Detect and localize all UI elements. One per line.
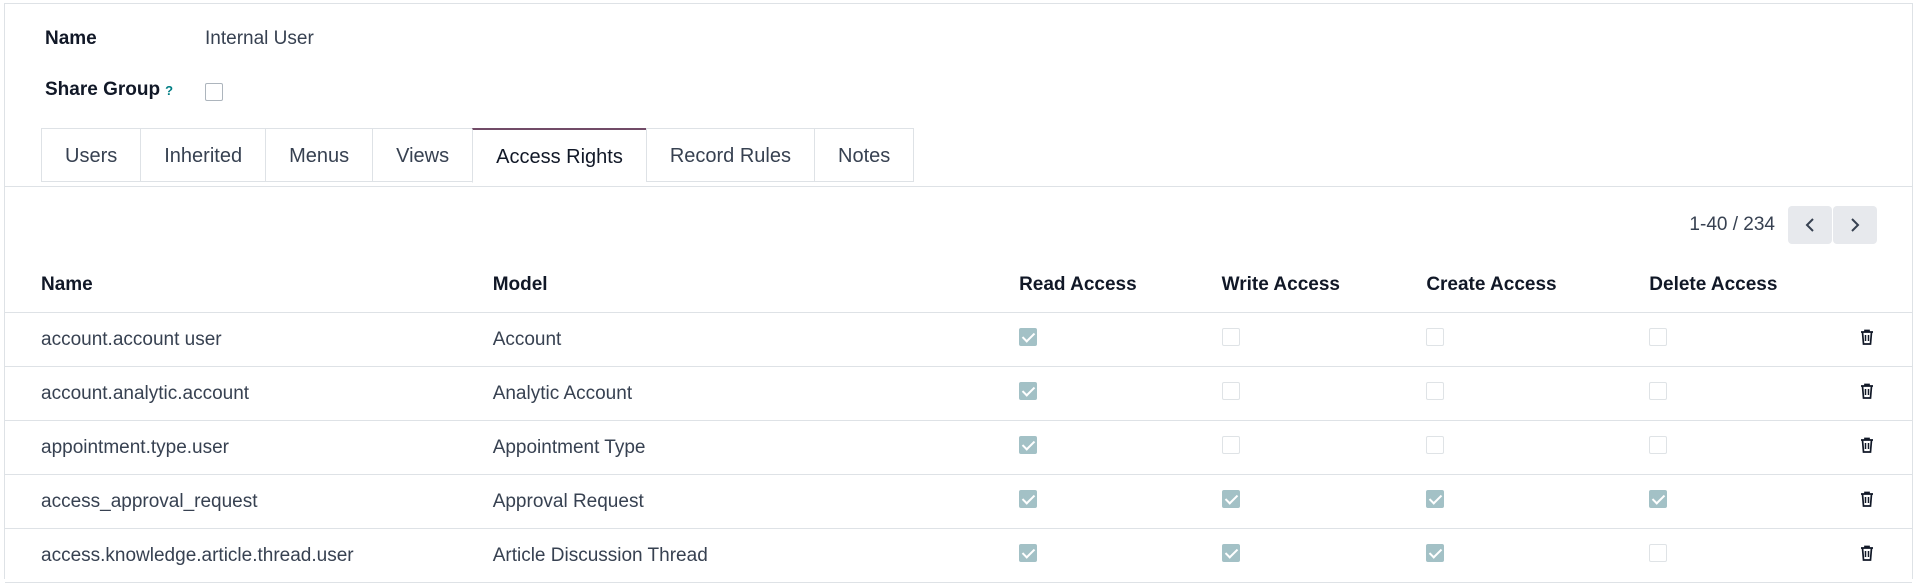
share-group-field: Share Group ? <box>45 79 223 101</box>
read-access-checkbox[interactable] <box>1019 327 1038 346</box>
create-access-checkbox[interactable] <box>1426 543 1445 562</box>
column-header-read-access[interactable]: Read Access <box>1019 258 1222 313</box>
trash-icon <box>1861 437 1874 453</box>
trash-icon <box>1861 491 1874 507</box>
tab-notes[interactable]: Notes <box>814 128 915 182</box>
write-access-checkbox[interactable] <box>1221 435 1240 454</box>
tab-inherited[interactable]: Inherited <box>140 128 266 182</box>
column-header-write-access[interactable]: Write Access <box>1221 258 1427 313</box>
tab-access-rights[interactable]: Access Rights <box>472 128 646 183</box>
pager-previous-button[interactable] <box>1788 206 1832 244</box>
chevron-left-icon <box>1805 218 1814 232</box>
write-access-checkbox[interactable] <box>1221 489 1240 508</box>
delete-row-button[interactable] <box>1822 528 1912 583</box>
chevron-right-icon <box>1851 218 1860 232</box>
create-access-checkbox[interactable] <box>1426 435 1445 454</box>
create-access-checkbox[interactable] <box>1426 489 1445 508</box>
column-header-create-access[interactable]: Create Access <box>1426 258 1650 313</box>
cell-model[interactable]: Account <box>492 312 1020 367</box>
delete-access-checkbox[interactable] <box>1649 489 1668 508</box>
column-header-delete-access[interactable]: Delete Access <box>1649 258 1823 313</box>
delete-row-button[interactable] <box>1822 420 1912 475</box>
name-field: Name Internal User <box>45 28 314 50</box>
write-access-checkbox[interactable] <box>1221 381 1240 400</box>
share-group-checkbox[interactable] <box>205 83 223 101</box>
cell-name[interactable]: access_approval_request <box>5 474 493 529</box>
column-header-model[interactable]: Model <box>492 258 1020 313</box>
write-access-checkbox[interactable] <box>1221 327 1240 346</box>
notebook-tabs: Users Inherited Menus Views Access Rights Rec… <box>41 128 915 186</box>
table-row[interactable]: access_approval_request Approval Request <box>5 474 1912 529</box>
create-access-checkbox[interactable] <box>1426 327 1445 346</box>
delete-row-button[interactable] <box>1822 312 1912 367</box>
trash-icon <box>1861 383 1874 399</box>
cell-name[interactable]: account.account user <box>5 312 493 367</box>
read-access-checkbox[interactable] <box>1019 543 1038 562</box>
tab-menus[interactable]: Menus <box>265 128 373 182</box>
pager-next-button[interactable] <box>1833 206 1877 244</box>
tab-users[interactable]: Users <box>41 128 141 182</box>
cell-model[interactable]: Article Discussion Thread <box>492 528 1020 583</box>
column-header-actions <box>1822 258 1912 313</box>
table-row[interactable]: account.analytic.account Analytic Account <box>5 366 1912 421</box>
table-row[interactable]: appointment.type.user Appointment Type <box>5 420 1912 475</box>
column-header-name[interactable]: Name <box>5 258 493 313</box>
cell-name[interactable]: account.analytic.account <box>5 366 493 421</box>
cell-model[interactable]: Approval Request <box>492 474 1020 529</box>
delete-access-checkbox[interactable] <box>1649 435 1668 454</box>
help-icon[interactable]: ? <box>165 83 173 98</box>
delete-access-checkbox[interactable] <box>1649 327 1668 346</box>
delete-access-checkbox[interactable] <box>1649 543 1668 562</box>
tab-record-rules[interactable]: Record Rules <box>645 128 814 182</box>
table-row[interactable]: access.knowledge.article.thread.user Arti… <box>5 528 1912 583</box>
tab-views[interactable]: Views <box>372 128 473 182</box>
table-row[interactable]: account.account user Account <box>5 312 1912 367</box>
write-access-checkbox[interactable] <box>1221 543 1240 562</box>
table-header-row: Name Model Read Access Write Access Crea… <box>5 258 1912 313</box>
pager: 1-40 / 234 <box>1689 206 1877 244</box>
cell-model[interactable]: Appointment Type <box>492 420 1020 475</box>
cell-model[interactable]: Analytic Account <box>492 366 1020 421</box>
delete-row-button[interactable] <box>1822 366 1912 421</box>
access-rights-table: Name Model Read Access Write Access Crea… <box>5 258 1912 583</box>
read-access-checkbox[interactable] <box>1019 489 1038 508</box>
delete-access-checkbox[interactable] <box>1649 381 1668 400</box>
name-value[interactable]: Internal User <box>205 28 314 50</box>
delete-row-button[interactable] <box>1822 474 1912 529</box>
pager-value[interactable]: 1-40 / 234 <box>1689 214 1775 236</box>
name-label: Name <box>45 28 97 49</box>
read-access-checkbox[interactable] <box>1019 381 1038 400</box>
trash-icon <box>1861 545 1874 561</box>
read-access-checkbox[interactable] <box>1019 435 1038 454</box>
share-group-label: Share Group <box>45 79 161 100</box>
tabs-divider <box>5 186 1912 187</box>
create-access-checkbox[interactable] <box>1426 381 1445 400</box>
cell-name[interactable]: appointment.type.user <box>5 420 493 475</box>
group-form-sheet: Name Internal User Share Group ? Users In… <box>4 3 1913 583</box>
cell-name[interactable]: access.knowledge.article.thread.user <box>5 528 493 583</box>
trash-icon <box>1861 329 1874 345</box>
